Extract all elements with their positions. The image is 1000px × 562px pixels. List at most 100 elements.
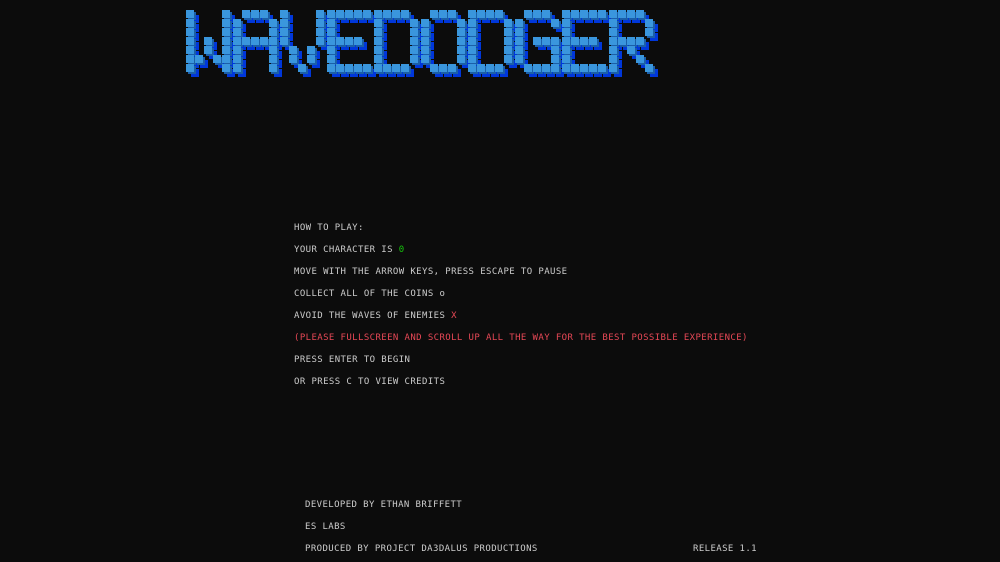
- title-pixel: [186, 19, 194, 27]
- title-pixel: [410, 37, 418, 45]
- title-pixel: [627, 37, 635, 45]
- title-pixel: [213, 55, 221, 63]
- title-pixel: [580, 64, 588, 72]
- title-pixel: [609, 10, 617, 18]
- title-pixel: [289, 46, 297, 54]
- enemy-symbol: X: [451, 311, 457, 321]
- title-pixel: [468, 19, 476, 27]
- title-pixel: [280, 28, 288, 36]
- title-pixel: [495, 10, 503, 18]
- title-pixel: [410, 28, 418, 36]
- title-pixel: [186, 10, 194, 18]
- title-pixel: [571, 64, 579, 72]
- title-pixel: [195, 55, 203, 63]
- coins-line: COLLECT ALL OF THE COINS o: [294, 288, 445, 300]
- title-pixel: [401, 10, 409, 18]
- title-pixel: [316, 28, 324, 36]
- title-pixel: [327, 10, 335, 18]
- title-pixel: [468, 28, 476, 36]
- title-pixel: [504, 46, 512, 54]
- title-pixel: [609, 55, 617, 63]
- title-pixel: [515, 19, 523, 27]
- title-pixel: [618, 37, 626, 45]
- move-instructions: MOVE WITH THE ARROW KEYS, PRESS ESCAPE T…: [294, 267, 568, 277]
- title-pixel: [222, 55, 230, 63]
- title-pixel: [327, 19, 335, 27]
- title-pixel: [251, 37, 259, 45]
- title-pixel: [233, 28, 241, 36]
- enemies-line: AVOID THE WAVES OF ENEMIES X: [294, 310, 457, 322]
- title-pixel: [186, 55, 194, 63]
- title-pixel: [439, 10, 447, 18]
- title-pixel: [430, 64, 438, 72]
- title-pixel: [374, 28, 382, 36]
- title-pixel: [280, 10, 288, 18]
- title-pixel: [345, 37, 353, 45]
- title-pixel: [580, 37, 588, 45]
- title-pixel: [421, 19, 429, 27]
- title-pixel: [551, 37, 559, 45]
- title-pixel: [580, 10, 588, 18]
- title-pixel: [551, 64, 559, 72]
- title-pixel: [260, 37, 268, 45]
- title-pixel: [327, 55, 335, 63]
- fullscreen-warning: (PLEASE FULLSCREEN AND SCROLL UP ALL THE…: [294, 333, 748, 343]
- how-to-play-heading: HOW TO PLAY:: [294, 223, 364, 233]
- title-pixel: [515, 55, 523, 63]
- title-pixel: [204, 46, 212, 54]
- title-pixel: [421, 28, 429, 36]
- title-pixel: [551, 46, 559, 54]
- title-pixel: [242, 37, 250, 45]
- title-pixel: [457, 37, 465, 45]
- title-pixel: [562, 28, 570, 36]
- producer-credit: PRODUCED BY PROJECT DA3DALUS PRODUCTIONS: [305, 544, 538, 554]
- title-pixel: [609, 64, 617, 72]
- title-pixel: [233, 37, 241, 45]
- title-pixel: [571, 10, 579, 18]
- title-pixel: [316, 37, 324, 45]
- title-pixel: [421, 37, 429, 45]
- title-pixel: [457, 55, 465, 63]
- title-pixel: [222, 19, 230, 27]
- title-pixel: [457, 19, 465, 27]
- title-pixel: [222, 37, 230, 45]
- title-pixel: [233, 55, 241, 63]
- title-pixel: [327, 37, 335, 45]
- title-pixel: [589, 10, 597, 18]
- title-pixel: [327, 64, 335, 72]
- title-pixel: [280, 19, 288, 27]
- title-pixel: [468, 55, 476, 63]
- title-pixel: [280, 37, 288, 45]
- title-pixel: [222, 64, 230, 72]
- title-pixel: [186, 46, 194, 54]
- title-pixel: [598, 64, 606, 72]
- title-pixel: [327, 46, 335, 54]
- title-pixel: [645, 19, 653, 27]
- title-pixel: [186, 37, 194, 45]
- title-pixel: [515, 37, 523, 45]
- title-pixel: [571, 37, 579, 45]
- title-pixel: [551, 19, 559, 27]
- title-pixel: [410, 55, 418, 63]
- title-pixel: [354, 37, 362, 45]
- title-pixel: [468, 37, 476, 45]
- title-pixel: [486, 64, 494, 72]
- title-pixel: [336, 10, 344, 18]
- title-pixel: [392, 64, 400, 72]
- title-pixel: [260, 10, 268, 18]
- title-pixel: [421, 46, 429, 54]
- coin-symbol: o: [439, 289, 446, 299]
- game-title-logo: [186, 10, 666, 82]
- title-pixel: [242, 10, 250, 18]
- title-pixel: [336, 64, 344, 72]
- title-pixel: [269, 55, 277, 63]
- title-pixel: [609, 19, 617, 27]
- title-pixel: [233, 64, 241, 72]
- title-pixel: [562, 46, 570, 54]
- title-pixel: [618, 10, 626, 18]
- title-pixel: [504, 28, 512, 36]
- title-pixel: [383, 64, 391, 72]
- title-pixel: [598, 10, 606, 18]
- title-pixel: [307, 46, 315, 54]
- title-pixel: [345, 10, 353, 18]
